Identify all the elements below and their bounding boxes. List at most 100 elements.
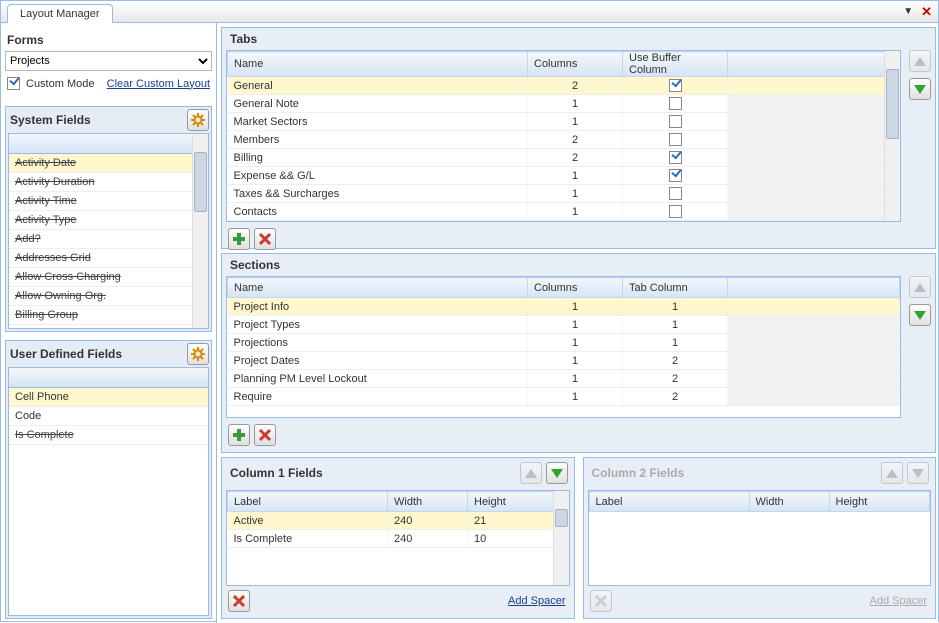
column-2-col-label: Label bbox=[589, 492, 749, 512]
column-2-add-spacer-link: Add Spacer bbox=[870, 595, 927, 607]
table-row[interactable]: General2 bbox=[228, 77, 900, 95]
sections-col-spacer bbox=[728, 278, 900, 298]
custom-mode-label: Custom Mode bbox=[26, 78, 94, 90]
sections-heading: Sections bbox=[230, 258, 927, 272]
column-2-delete-button bbox=[590, 590, 612, 612]
user-defined-fields-list-header bbox=[9, 368, 208, 388]
column-2-col-height: Height bbox=[829, 492, 930, 512]
table-row[interactable]: Market Sectors1 bbox=[228, 113, 900, 131]
buffer-checkbox[interactable] bbox=[669, 79, 682, 92]
column-2-col-width: Width bbox=[749, 492, 829, 512]
x-icon bbox=[594, 594, 608, 608]
tabs-heading: Tabs bbox=[230, 32, 927, 46]
column-2-heading: Column 2 Fields bbox=[592, 466, 685, 480]
system-fields-gear-button[interactable] bbox=[187, 109, 209, 131]
table-row[interactable]: Project Info11 bbox=[228, 298, 900, 316]
tabs-scrollbar[interactable] bbox=[884, 51, 900, 221]
column-1-col-label[interactable]: Label bbox=[228, 492, 388, 512]
list-item[interactable]: Allow Owning Org. bbox=[9, 287, 208, 306]
sections-col-columns[interactable]: Columns bbox=[528, 278, 623, 298]
list-item[interactable]: Billing Group bbox=[9, 306, 208, 325]
table-row[interactable]: Projections11 bbox=[228, 334, 900, 352]
buffer-checkbox[interactable] bbox=[669, 133, 682, 146]
column-1-delete-button[interactable] bbox=[228, 590, 250, 612]
tabs-col-columns[interactable]: Columns bbox=[528, 52, 623, 77]
column-2-panel: Column 2 Fields Label Width Height bbox=[583, 457, 937, 619]
tabs-col-name[interactable]: Name bbox=[228, 52, 528, 77]
column-1-col-width[interactable]: Width bbox=[388, 492, 468, 512]
table-row[interactable]: Project Dates12 bbox=[228, 352, 900, 370]
buffer-checkbox[interactable] bbox=[669, 205, 682, 218]
close-icon[interactable]: ✕ bbox=[921, 4, 932, 20]
tabs-move-up-button[interactable] bbox=[909, 50, 931, 72]
plus-icon bbox=[232, 232, 246, 246]
gear-icon bbox=[191, 113, 205, 127]
user-defined-fields-gear-button[interactable] bbox=[187, 343, 209, 365]
column-1-move-up-button[interactable] bbox=[520, 462, 542, 484]
table-row[interactable]: Require12 bbox=[228, 388, 900, 406]
forms-heading: Forms bbox=[7, 33, 210, 47]
list-item[interactable]: Activity Type bbox=[9, 211, 208, 230]
column-1-table[interactable]: Label Width Height Active24021Is Complet… bbox=[226, 490, 570, 586]
custom-mode-checkbox[interactable] bbox=[7, 77, 20, 90]
list-item[interactable]: Activity Duration bbox=[9, 173, 208, 192]
x-icon bbox=[232, 594, 246, 608]
system-fields-heading: System Fields bbox=[10, 113, 91, 127]
sections-delete-button[interactable] bbox=[254, 424, 276, 446]
sections-col-name[interactable]: Name bbox=[228, 278, 528, 298]
table-row[interactable]: Project Types11 bbox=[228, 316, 900, 334]
list-item[interactable]: Addresses Grid bbox=[9, 249, 208, 268]
column-2-table: Label Width Height bbox=[588, 490, 932, 586]
sections-move-up-button[interactable] bbox=[909, 276, 931, 298]
buffer-checkbox[interactable] bbox=[669, 115, 682, 128]
column-1-move-down-button[interactable] bbox=[546, 462, 568, 484]
column-1-panel: Column 1 Fields Label Width Height Activ… bbox=[221, 457, 575, 619]
plus-icon bbox=[232, 428, 246, 442]
tabs-delete-button[interactable] bbox=[254, 228, 276, 250]
table-row[interactable]: Taxes && Surcharges1 bbox=[228, 185, 900, 203]
list-item[interactable]: Allow Cross Charging bbox=[9, 268, 208, 287]
table-row[interactable]: Expense && G/L1 bbox=[228, 167, 900, 185]
user-defined-fields-heading: User Defined Fields bbox=[10, 347, 122, 361]
buffer-checkbox[interactable] bbox=[669, 169, 682, 182]
column-2-move-up-button bbox=[881, 462, 903, 484]
column-2-move-down-button bbox=[907, 462, 929, 484]
sections-col-tab[interactable]: Tab Column bbox=[623, 278, 728, 298]
buffer-checkbox[interactable] bbox=[669, 187, 682, 200]
table-row[interactable]: Billing2 bbox=[228, 149, 900, 167]
sections-move-down-button[interactable] bbox=[909, 304, 931, 326]
tabs-add-button[interactable] bbox=[228, 228, 250, 250]
system-fields-list-header bbox=[9, 134, 208, 154]
minimize-icon[interactable]: ▼ bbox=[903, 6, 913, 17]
list-item[interactable]: Activity Time bbox=[9, 192, 208, 211]
x-icon bbox=[258, 232, 272, 246]
tabs-move-down-button[interactable] bbox=[909, 78, 931, 100]
list-item[interactable]: Add? bbox=[9, 230, 208, 249]
column-1-scrollbar[interactable] bbox=[553, 491, 569, 585]
gear-icon bbox=[191, 347, 205, 361]
x-icon bbox=[258, 428, 272, 442]
table-row[interactable]: Contacts1 bbox=[228, 203, 900, 221]
list-item[interactable]: Code bbox=[9, 407, 208, 426]
system-fields-scrollbar[interactable] bbox=[192, 134, 208, 328]
table-row[interactable]: Members2 bbox=[228, 131, 900, 149]
buffer-checkbox[interactable] bbox=[669, 97, 682, 110]
list-item[interactable]: Activity Date bbox=[9, 154, 208, 173]
column-1-add-spacer-link[interactable]: Add Spacer bbox=[508, 595, 565, 607]
table-row[interactable]: Is Complete24010 bbox=[228, 530, 569, 548]
buffer-checkbox[interactable] bbox=[669, 151, 682, 164]
window-header: Layout Manager ▼ ✕ bbox=[1, 1, 938, 23]
tabs-table[interactable]: Name Columns Use Buffer Column General2G… bbox=[226, 50, 901, 222]
forms-select[interactable]: Projects bbox=[5, 51, 212, 71]
list-item[interactable]: Cell Phone bbox=[9, 388, 208, 407]
list-item[interactable]: Is Complete bbox=[9, 426, 208, 445]
sections-add-button[interactable] bbox=[228, 424, 250, 446]
clear-custom-layout-link[interactable]: Clear Custom Layout bbox=[107, 78, 210, 90]
tabs-col-buffer[interactable]: Use Buffer Column bbox=[623, 52, 728, 77]
table-row[interactable]: Planning PM Level Lockout12 bbox=[228, 370, 900, 388]
window-tab[interactable]: Layout Manager bbox=[7, 4, 113, 23]
column-1-heading: Column 1 Fields bbox=[230, 466, 323, 480]
table-row[interactable]: General Note1 bbox=[228, 95, 900, 113]
table-row[interactable]: Active24021 bbox=[228, 512, 569, 530]
sections-table[interactable]: Name Columns Tab Column Project Info11Pr… bbox=[226, 276, 901, 418]
